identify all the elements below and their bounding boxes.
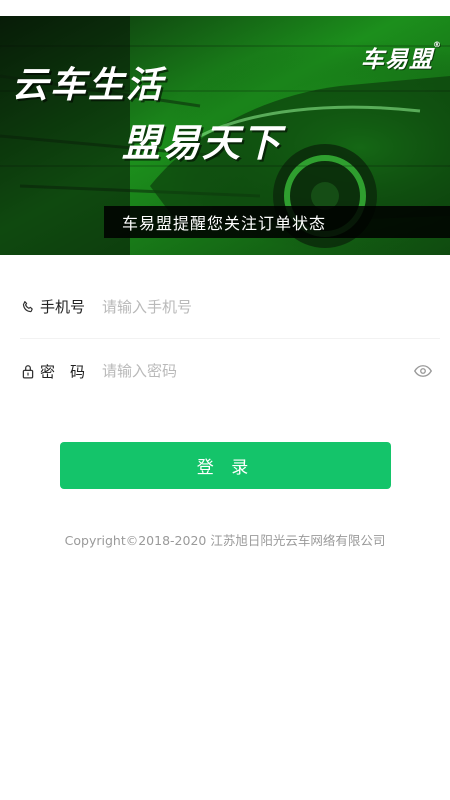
hero-banner: 云车生活 盟易天下 车易盟® 车易盟提醒您关注订单状态 bbox=[0, 16, 450, 255]
eye-icon[interactable] bbox=[413, 361, 433, 381]
phone-icon bbox=[20, 299, 36, 315]
banner-slogan-line1: 云车生活 bbox=[12, 65, 165, 106]
copyright-text: Copyright©2018-2020 江苏旭日阳光云车网络有限公司 bbox=[64, 533, 386, 548]
password-label: 密 码 bbox=[40, 362, 86, 381]
password-row: 密 码 bbox=[20, 339, 440, 403]
phone-label: 手机号 bbox=[40, 298, 86, 316]
banner-slogan-line2: 盟易天下 bbox=[122, 121, 283, 165]
phone-row: 手机号 bbox=[20, 275, 440, 339]
phone-input[interactable] bbox=[102, 286, 402, 327]
lock-icon bbox=[20, 363, 36, 379]
password-input[interactable] bbox=[102, 351, 402, 391]
banner-caption: 车易盟提醒您关注订单状态 bbox=[104, 206, 450, 238]
brand-logo: 车易盟® bbox=[361, 40, 442, 73]
status-bar-area bbox=[0, 0, 450, 16]
login-button[interactable]: 登 录 bbox=[60, 442, 391, 489]
